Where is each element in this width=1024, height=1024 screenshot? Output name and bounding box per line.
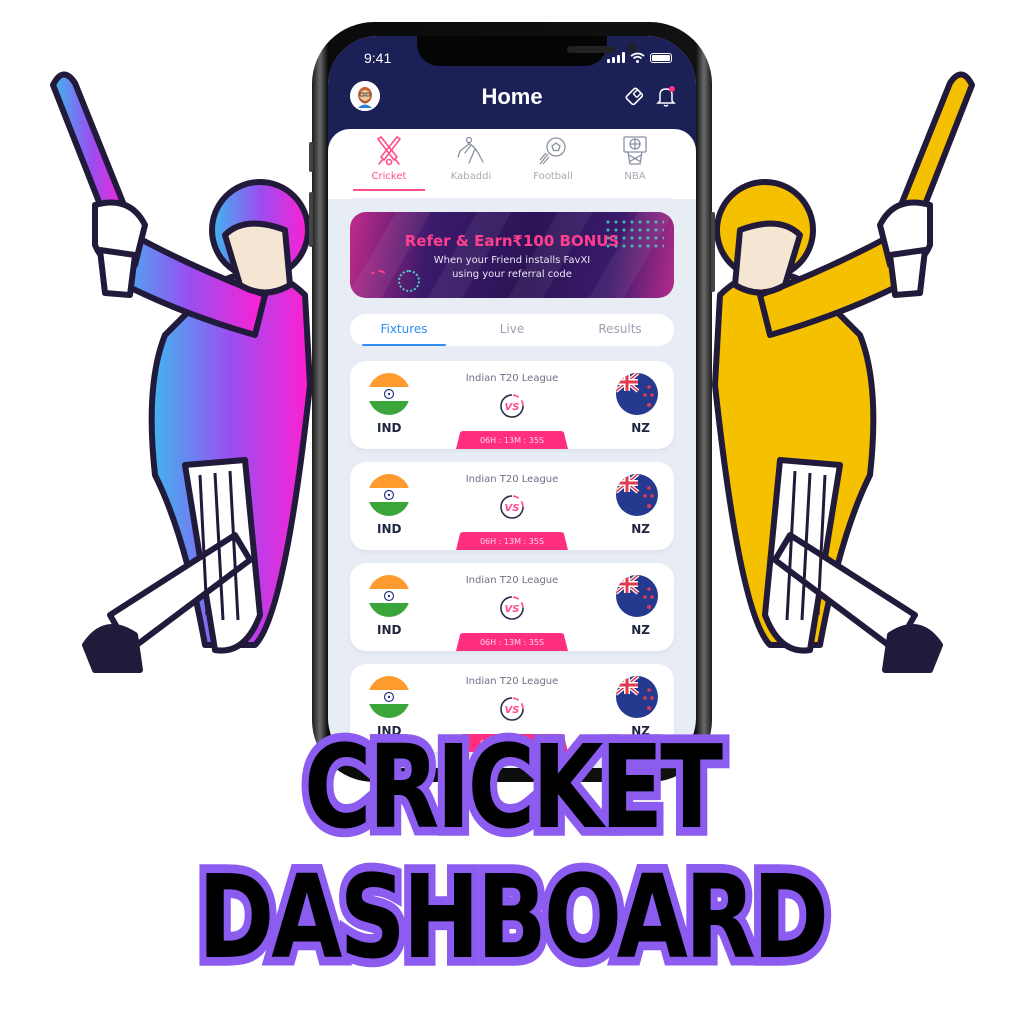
- phone-silent-switch: [309, 142, 313, 172]
- countdown-timer: 06H : 13M : 35S: [456, 532, 568, 550]
- tab-fixtures[interactable]: Fixtures: [350, 314, 458, 346]
- match-list: IND Indian T20 League VS NZ 06H: 13M: …: [350, 361, 674, 765]
- sport-label: Cricket: [371, 171, 407, 182]
- battery-icon: [650, 52, 672, 63]
- new-zealand-flag-icon: [616, 474, 658, 516]
- notification-dot: [669, 86, 675, 92]
- phone-notch: [417, 36, 637, 66]
- sport-label: Kabaddi: [450, 171, 492, 182]
- sport-tab-nba[interactable]: NBA: [599, 129, 671, 199]
- left-batsman-illustration: [50, 71, 313, 673]
- status-time: 9:41: [364, 50, 392, 66]
- team1-name: IND: [377, 623, 402, 637]
- vs-icon: VS: [500, 394, 524, 418]
- countdown-timer: 06H : 13M : 35S: [456, 633, 568, 651]
- bell-icon[interactable]: [654, 84, 678, 108]
- wifi-icon: [630, 52, 645, 63]
- new-zealand-flag-icon: [616, 676, 658, 718]
- phone-volume-button: [309, 192, 313, 247]
- banner-subtitle: using your referral code: [452, 269, 572, 280]
- sport-tab-kabaddi[interactable]: Kabaddi: [435, 129, 507, 199]
- new-zealand-flag-icon: [616, 373, 658, 415]
- team1-name: IND: [377, 522, 402, 536]
- title-line-cricket: CRICKET: [297, 720, 730, 855]
- basketball-hoop-icon: [623, 136, 647, 165]
- vs-icon: VS: [500, 495, 524, 519]
- svg-text:VS: VS: [505, 503, 520, 514]
- tab-live[interactable]: Live: [458, 314, 566, 346]
- svg-text:VS: VS: [505, 402, 520, 413]
- status-icons: [607, 52, 672, 63]
- cricket-bats-icon: [376, 135, 402, 166]
- vs-icon: VS: [500, 596, 524, 620]
- new-zealand-flag-icon: [616, 575, 658, 617]
- banner-subtitle: When your Friend installs FavXI: [433, 255, 591, 266]
- phone-power-button: [711, 212, 715, 292]
- team2-name: NZ: [631, 421, 650, 435]
- countdown-timer: 06H : 13M : 35S: [456, 431, 568, 449]
- team2-name: NZ: [631, 522, 650, 536]
- sport-label: NBA: [624, 171, 646, 182]
- kabaddi-player-icon: [457, 136, 484, 164]
- team2-name: NZ: [631, 623, 650, 637]
- phone-mockup: 9:41 Home Cricket Kabaddi Football NBA R…: [309, 22, 715, 782]
- svg-text:VS: VS: [505, 604, 520, 615]
- svg-text:VS: VS: [505, 705, 520, 716]
- content-area: Refer & Earn₹100 BONUS When your Friend …: [336, 198, 688, 768]
- sport-label: Football: [533, 171, 573, 182]
- referral-banner[interactable]: Refer & Earn₹100 BONUS When your Friend …: [350, 212, 674, 298]
- signal-icon: [607, 52, 625, 63]
- right-batsman-illustration: [712, 71, 975, 673]
- match-card[interactable]: IND Indian T20 League VS NZ 06H: 13M: …: [350, 563, 674, 651]
- phone-screen: 9:41 Home Cricket Kabaddi Football NBA R…: [328, 36, 696, 768]
- match-card[interactable]: IND Indian T20 League VS NZ 06H: 13M: …: [350, 462, 674, 550]
- football-icon: [539, 137, 566, 165]
- fixture-tabs: Fixtures Live Results: [350, 314, 674, 346]
- match-card[interactable]: IND Indian T20 League VS NZ 06H: 13M: …: [350, 361, 674, 449]
- banner-title: Refer & Earn₹100 BONUS: [404, 232, 620, 250]
- tab-results[interactable]: Results: [566, 314, 674, 346]
- vs-icon: VS: [500, 697, 524, 721]
- wallet-icon[interactable]: [622, 84, 646, 108]
- title-line-dashboard: DASHBOARD: [191, 850, 836, 985]
- team1-name: IND: [377, 421, 402, 435]
- sport-tab-football[interactable]: Football: [517, 129, 589, 199]
- sport-tab-cricket[interactable]: Cricket: [353, 129, 425, 199]
- sports-tab-bar: Cricket Kabaddi Football NBA: [328, 129, 696, 199]
- header-actions: [622, 84, 678, 108]
